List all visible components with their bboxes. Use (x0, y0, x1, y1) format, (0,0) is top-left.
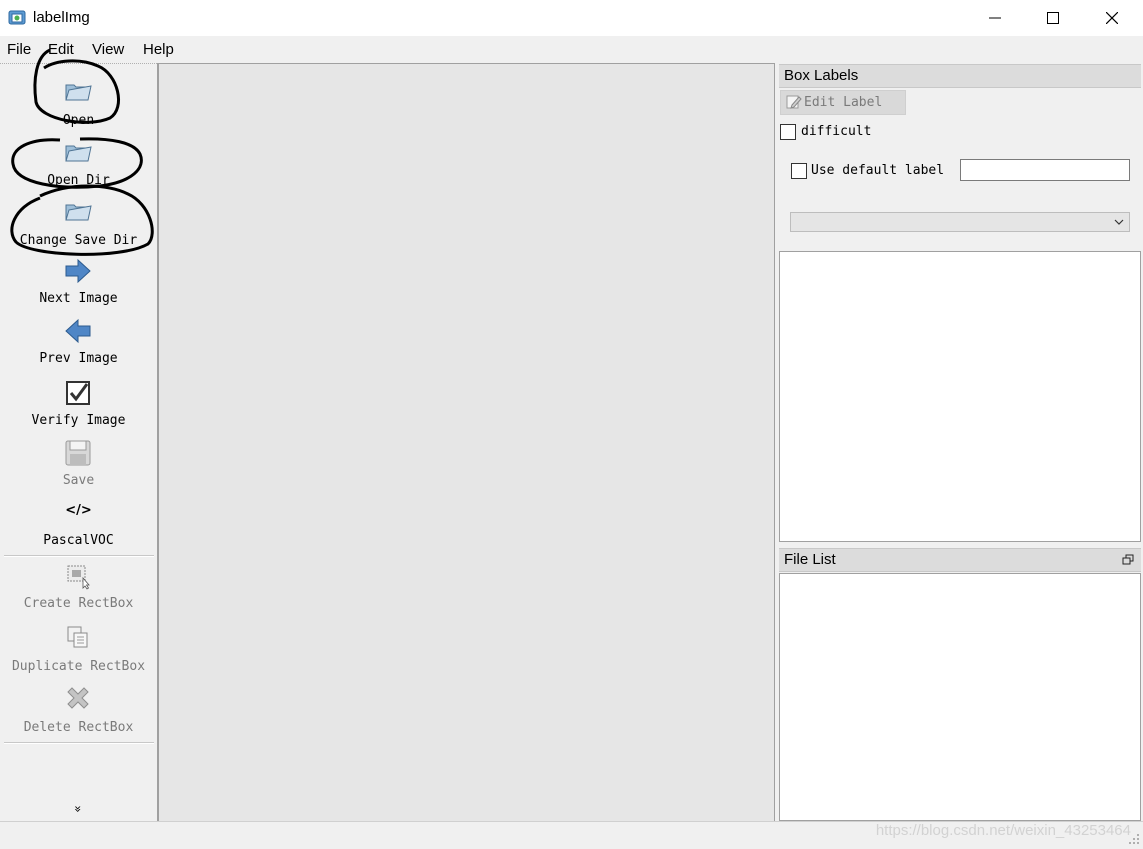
maximize-icon (1047, 12, 1059, 24)
save-disk-icon (63, 438, 93, 468)
next-image-button[interactable]: Next Image (0, 255, 157, 309)
difficult-checkbox[interactable] (780, 124, 796, 140)
left-toolbar: Open Open Dir Change Save Dir Next Image… (0, 63, 158, 821)
open-button[interactable]: Open (0, 73, 157, 129)
app-icon (8, 8, 26, 26)
delete-rectbox-label: Delete RectBox (23, 720, 134, 735)
menu-help[interactable]: Help (143, 41, 174, 58)
prev-image-label: Prev Image (39, 351, 118, 366)
difficult-label: difficult (801, 124, 872, 139)
format-toggle-button[interactable]: </> PascalVOC (0, 501, 157, 551)
verify-image-button[interactable]: Verify Image (0, 376, 157, 432)
minimize-button[interactable] (972, 0, 1018, 36)
delete-rectbox-button[interactable]: Delete RectBox (0, 683, 157, 739)
default-label-input[interactable] (960, 159, 1130, 181)
maximize-button[interactable] (1030, 0, 1076, 36)
use-default-label-checkbox[interactable] (791, 163, 807, 179)
prev-image-button[interactable]: Prev Image (0, 315, 157, 369)
watermark: https://blog.csdn.net/weixin_43253464 (875, 822, 1131, 839)
format-label: PascalVOC (43, 533, 114, 548)
arrow-right-icon (63, 256, 93, 286)
edit-label-button[interactable]: Edit Label (780, 90, 906, 115)
change-save-dir-label: Change Save Dir (19, 233, 138, 248)
double-chevron-down-icon: » (71, 805, 85, 813)
edit-pencil-icon (786, 95, 802, 109)
arrow-left-icon (63, 316, 93, 346)
menu-view[interactable]: View (92, 41, 124, 58)
minimize-icon (989, 17, 1001, 19)
toolbar-extension-button[interactable]: » (0, 805, 157, 819)
change-save-dir-button[interactable]: Change Save Dir (0, 193, 157, 249)
menu-file[interactable]: File (7, 41, 31, 58)
verify-image-label: Verify Image (31, 413, 126, 428)
create-rectbox-label: Create RectBox (23, 596, 134, 611)
window-title: labelImg (33, 9, 90, 26)
box-labels-dock-title: Box Labels (779, 64, 1141, 88)
save-button[interactable]: Save (0, 437, 157, 493)
edit-label-text: Edit Label (804, 95, 883, 110)
label-list[interactable] (779, 251, 1141, 542)
float-dock-icon[interactable] (1122, 554, 1134, 566)
chevron-down-icon (1114, 219, 1124, 225)
toolbar-divider (4, 555, 154, 557)
create-rectbox-button[interactable]: Create RectBox (0, 561, 157, 617)
delete-x-icon (63, 683, 93, 713)
menu-bar: File Edit View Help (0, 38, 1143, 62)
label-combo-box[interactable] (790, 212, 1130, 232)
open-dir-label: Open Dir (47, 173, 110, 188)
close-button[interactable] (1089, 0, 1135, 36)
image-canvas[interactable] (158, 63, 775, 822)
toolbar-divider (4, 742, 154, 744)
resize-grip-icon[interactable] (1128, 833, 1140, 845)
file-list-dock-title: File List (779, 548, 1141, 572)
box-labels-title: Box Labels (784, 67, 859, 84)
next-image-label: Next Image (39, 291, 118, 306)
folder-open-icon (63, 137, 93, 167)
folder-open-icon (63, 196, 93, 226)
open-label: Open (62, 113, 95, 128)
create-rect-icon (63, 561, 93, 591)
close-icon (1106, 12, 1118, 24)
open-dir-button[interactable]: Open Dir (0, 135, 157, 189)
copy-icon (63, 622, 93, 652)
duplicate-rectbox-label: Duplicate RectBox (11, 659, 146, 674)
code-icon: </> (65, 503, 92, 518)
duplicate-rectbox-button[interactable]: Duplicate RectBox (0, 622, 157, 678)
folder-open-icon (63, 76, 93, 106)
use-default-label-label: Use default label (811, 163, 945, 178)
file-list[interactable] (779, 573, 1141, 821)
menu-edit[interactable]: Edit (48, 41, 74, 58)
file-list-title: File List (784, 551, 836, 568)
checkbox-checked-icon (63, 378, 93, 408)
save-label: Save (62, 473, 95, 488)
title-bar: labelImg (0, 0, 1143, 36)
